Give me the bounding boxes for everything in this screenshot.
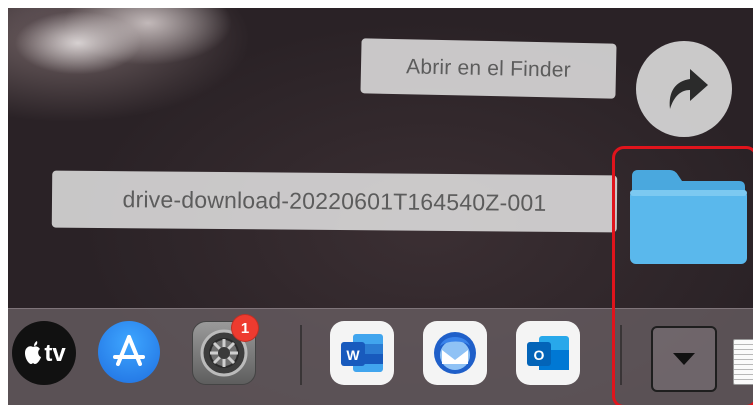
curved-arrow-icon	[669, 69, 708, 109]
thunderbird-icon	[434, 332, 476, 374]
open-in-finder-button[interactable]	[636, 41, 732, 137]
dock-item-app-store[interactable]	[98, 321, 160, 383]
outlook-icon: O	[527, 336, 569, 370]
document-icon[interactable]	[733, 339, 753, 385]
folder-icon[interactable]	[626, 166, 751, 268]
dock-separator	[620, 325, 622, 385]
notification-badge: 1	[231, 314, 259, 342]
open-in-finder-label[interactable]: Abrir en el Finder	[360, 38, 617, 99]
dock: tv 1 W O	[8, 308, 753, 405]
outlook-icon-letter: O	[534, 347, 545, 363]
apple-tv-label: tv	[44, 339, 66, 367]
folder-name-label[interactable]: drive-download-20220601T164540Z-001	[51, 170, 618, 233]
app-store-icon	[113, 335, 145, 366]
dock-item-outlook[interactable]: O	[516, 321, 580, 385]
word-icon: W	[341, 334, 383, 372]
dock-separator	[300, 325, 302, 385]
dock-item-system-preferences[interactable]: 1	[192, 314, 259, 385]
caret-down-icon	[673, 353, 695, 365]
desktop: Abrir en el Finder drive-download-202206…	[8, 8, 753, 405]
wallpaper-rock	[8, 8, 258, 98]
dock-item-apple-tv[interactable]: tv	[12, 321, 76, 385]
word-icon-letter: W	[346, 347, 360, 363]
dock-item-word[interactable]: W	[330, 321, 394, 385]
dock-item-thunderbird[interactable]	[423, 321, 487, 385]
stack-expand-button[interactable]	[651, 326, 717, 392]
apple-tv-icon: tv	[22, 339, 66, 368]
